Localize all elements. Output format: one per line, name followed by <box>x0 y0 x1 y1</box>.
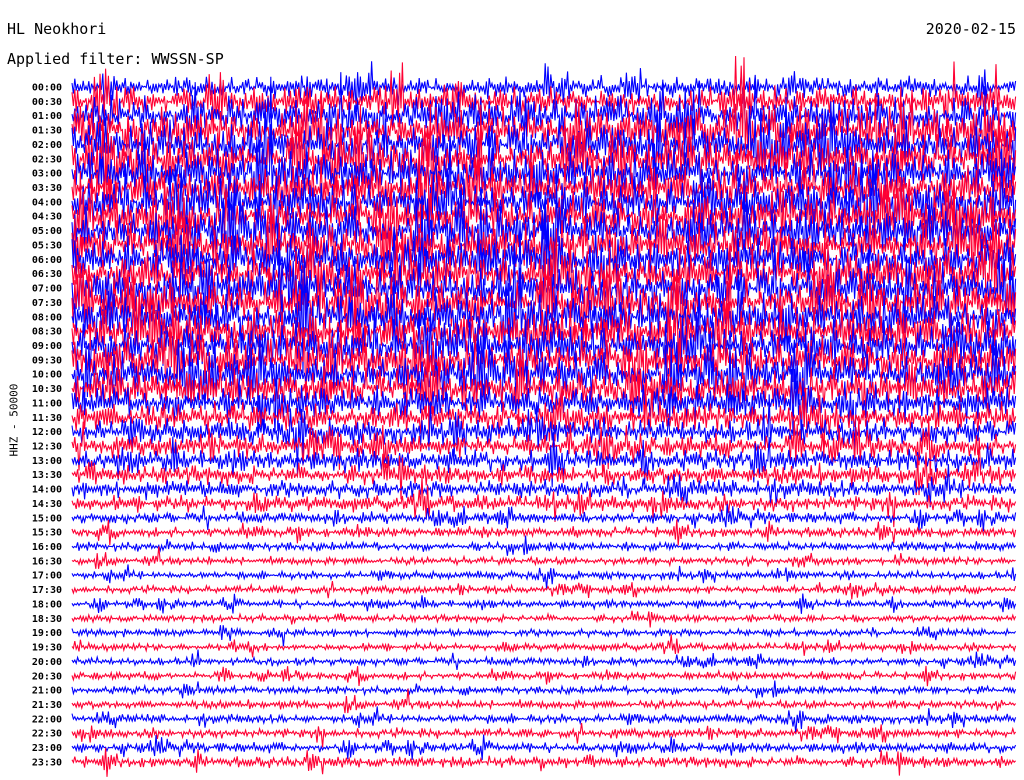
row-label: 06:30 <box>32 269 62 280</box>
trace-row <box>71 649 1017 670</box>
row-label: 12:00 <box>32 427 62 438</box>
row-label: 07:00 <box>32 284 62 295</box>
record-date: 2020-02-15 <box>925 20 1016 38</box>
row-label: 11:30 <box>32 413 62 424</box>
trace-row <box>71 625 1017 647</box>
row-label: 17:00 <box>32 571 62 582</box>
trace-row <box>71 706 1017 735</box>
y-axis-label: HHZ - 50000 <box>7 383 21 457</box>
trace-row <box>71 722 1017 748</box>
row-label: 10:30 <box>32 384 62 395</box>
row-label: 23:00 <box>32 743 62 754</box>
trace-row <box>71 680 1017 699</box>
row-label: 20:30 <box>32 671 62 682</box>
helicorder-plot: 00:00 00:30 01:00 01:30 02:00 02:30 03:00 03:30… <box>32 55 1017 777</box>
row-label: 02:30 <box>32 154 62 165</box>
time-axis: 00:00 00:30 01:00 01:30 02:00 02:30 03:00 03:30… <box>32 83 62 769</box>
station-title: HL Neokhori <box>7 20 107 38</box>
row-label: 16:00 <box>32 542 62 553</box>
row-label: 17:30 <box>32 585 62 596</box>
row-label: 08:30 <box>32 327 62 338</box>
row-label: 08:00 <box>32 312 62 323</box>
row-label: 09:00 <box>32 341 62 352</box>
trace-row <box>71 634 1017 658</box>
row-label: 03:30 <box>32 183 62 194</box>
row-label: 15:30 <box>32 528 62 539</box>
row-label: 12:30 <box>32 442 62 453</box>
row-label: 09:30 <box>32 355 62 366</box>
row-label: 19:00 <box>32 628 62 639</box>
row-label: 19:30 <box>32 643 62 654</box>
row-label: 06:00 <box>32 255 62 266</box>
row-label: 03:00 <box>32 169 62 180</box>
row-label: 20:00 <box>32 657 62 668</box>
row-label: 04:30 <box>32 212 62 223</box>
row-label: 14:30 <box>32 499 62 510</box>
row-label: 05:00 <box>32 226 62 237</box>
row-label: 13:30 <box>32 470 62 481</box>
row-label: 14:00 <box>32 485 62 496</box>
row-label: 22:30 <box>32 729 62 740</box>
trace-row <box>71 464 1017 508</box>
row-label: 00:30 <box>32 97 62 108</box>
row-label: 10:00 <box>32 370 62 381</box>
trace-row <box>71 519 1017 546</box>
trace-row <box>71 535 1017 556</box>
row-label: 01:00 <box>32 111 62 122</box>
trace-row <box>71 747 1016 777</box>
trace-row <box>71 593 1017 614</box>
row-label: 00:00 <box>32 83 62 94</box>
row-label: 11:00 <box>32 398 62 409</box>
row-label: 05:30 <box>32 240 62 251</box>
row-label: 16:30 <box>32 556 62 567</box>
trace-row <box>71 610 1017 628</box>
trace-row <box>71 564 1017 589</box>
row-label: 21:00 <box>32 686 62 697</box>
row-label: 21:30 <box>32 700 62 711</box>
row-label: 15:00 <box>32 513 62 524</box>
row-label: 07:30 <box>32 298 62 309</box>
seismic-traces <box>71 55 1017 777</box>
row-label: 13:00 <box>32 456 62 467</box>
row-label: 04:00 <box>32 197 62 208</box>
trace-row <box>71 665 1017 687</box>
row-label: 23:30 <box>32 757 62 768</box>
row-label: 18:00 <box>32 599 62 610</box>
trace-row <box>71 581 1017 600</box>
row-label: 18:30 <box>32 614 62 625</box>
row-label: 02:00 <box>32 140 62 151</box>
row-label: 01:30 <box>32 126 62 137</box>
row-label: 22:00 <box>32 714 62 725</box>
filter-label: Applied filter: WWSSN-SP <box>7 50 224 68</box>
